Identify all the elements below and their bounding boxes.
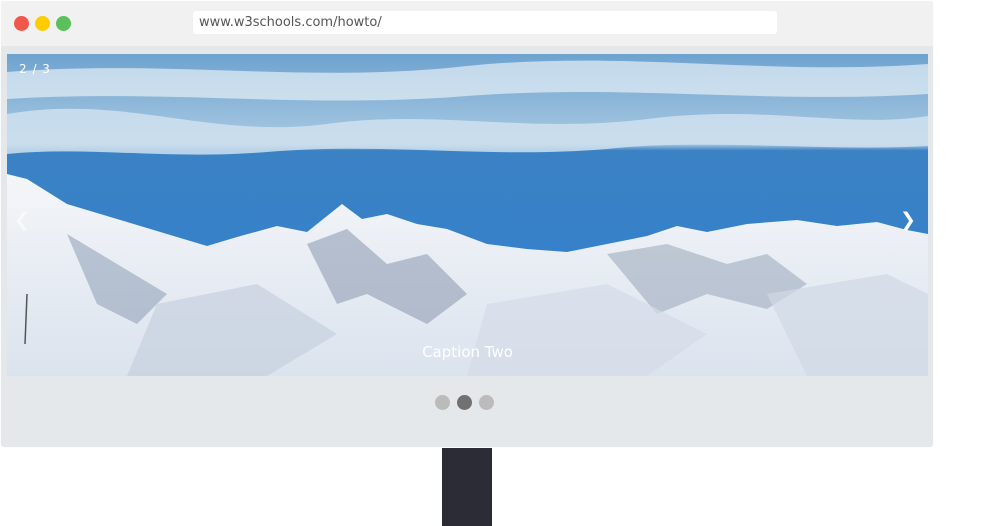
next-slide-button[interactable]: ❯ (897, 204, 919, 236)
slide-counter: 2 / 3 (19, 62, 51, 76)
browser-toolbar: www.w3schools.com/howto/ (1, 1, 933, 46)
chevron-left-icon: ❮ (14, 209, 30, 231)
slide-caption: Caption Two (422, 343, 513, 361)
monitor-stand (442, 448, 492, 526)
slide-dot-3[interactable] (479, 395, 494, 410)
close-window-button[interactable] (14, 16, 29, 31)
previous-slide-button[interactable]: ❮ (11, 204, 33, 236)
slideshow-container: 2 / 3 ❮ ❯ Caption Two (7, 54, 928, 376)
monitor-screen: www.w3schools.com/howto/ 2 / 3 ❮ ❯ Capti… (1, 1, 933, 447)
slide-indicator-dots (435, 395, 494, 410)
address-bar[interactable]: www.w3schools.com/howto/ (193, 11, 777, 34)
slide-dot-1[interactable] (435, 395, 450, 410)
minimize-window-button[interactable] (35, 16, 50, 31)
maximize-window-button[interactable] (56, 16, 71, 31)
slide-dot-2[interactable] (457, 395, 472, 410)
chevron-right-icon: ❯ (900, 209, 916, 231)
slide-image-mountains (7, 54, 928, 376)
